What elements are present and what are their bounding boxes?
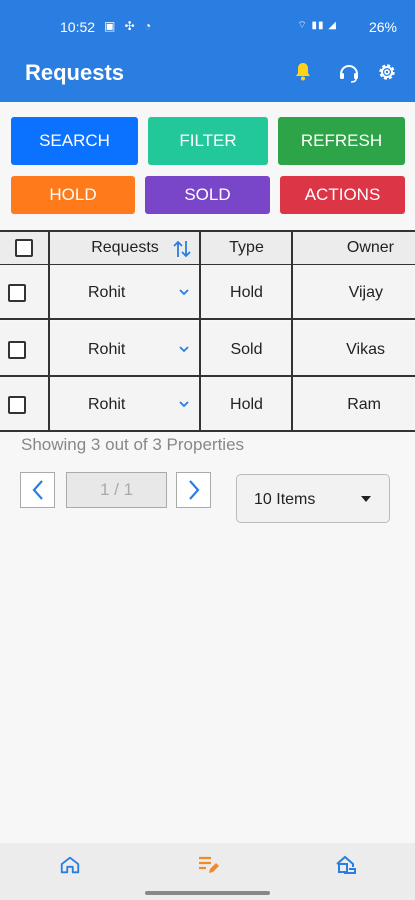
battery-level: 26% — [368, 19, 397, 35]
search-button[interactable]: SEARCH — [11, 117, 138, 165]
prev-page-button[interactable] — [20, 472, 55, 508]
column-divider — [291, 230, 293, 432]
sold-button[interactable]: SOLD — [145, 176, 270, 214]
gear-icon[interactable] — [375, 60, 399, 84]
bell-icon[interactable] — [291, 60, 315, 84]
results-summary: Showing 3 out of 3 Properties — [21, 435, 245, 454]
status-notification-icons: ▣ ✣ ◔ — [104, 19, 155, 33]
table-row[interactable]: Rohit Hold Vijay — [0, 265, 415, 320]
hold-button[interactable]: HOLD — [11, 176, 135, 214]
page-size-value: 10 Items — [254, 491, 316, 508]
owner-value: Ram — [347, 395, 381, 413]
chevron-down-icon[interactable] — [178, 344, 190, 354]
actions-button[interactable]: ACTIONS — [280, 176, 405, 214]
status-bar: 10:52 ▣ ✣ ◔ ⌔ ▮▮ ◢ 26% — [0, 16, 415, 38]
row-checkbox[interactable] — [7, 395, 26, 414]
select-all-cell — [0, 232, 48, 264]
chevron-down-icon[interactable] — [178, 287, 190, 297]
table-row[interactable]: Rohit Sold Vikas — [0, 322, 415, 377]
chevron-down-icon[interactable] — [178, 399, 190, 409]
owner-value: Vikas — [346, 340, 385, 358]
header-type[interactable]: Type — [202, 232, 291, 264]
type-value: Hold — [230, 395, 263, 413]
row-checkbox[interactable] — [7, 340, 26, 359]
owner-value: Vijay — [348, 283, 383, 301]
row-checkbox-cell — [0, 265, 33, 320]
status-time: 10:52 — [60, 19, 96, 35]
home-icon[interactable] — [59, 854, 81, 876]
page-size-select[interactable]: 10 Items — [236, 474, 390, 523]
type-value: Sold — [230, 340, 263, 358]
table-row[interactable]: Rohit Hold Ram — [0, 377, 415, 432]
sort-icon[interactable] — [172, 238, 192, 260]
refresh-button[interactable]: REFRESH — [278, 117, 405, 165]
row-checkbox-cell — [0, 377, 33, 432]
page-title: Requests — [25, 60, 125, 85]
chevron-right-icon — [188, 480, 199, 500]
properties-icon[interactable] — [333, 853, 357, 877]
app-bar: 10:52 ▣ ✣ ◔ ⌔ ▮▮ ◢ 26% Requests — [0, 0, 415, 102]
column-divider — [199, 230, 201, 432]
filter-button[interactable]: FILTER — [148, 117, 268, 165]
headset-icon[interactable] — [337, 60, 361, 84]
page-indicator: 1 / 1 — [66, 472, 167, 508]
column-divider — [48, 230, 50, 432]
row-checkbox-cell — [0, 322, 33, 377]
chevron-left-icon — [32, 480, 43, 500]
type-value: Hold — [230, 283, 263, 301]
row-checkbox[interactable] — [7, 283, 26, 302]
header-owner[interactable]: Owner — [293, 232, 415, 264]
network-icons: ⌔ ▮▮ ◢ — [297, 20, 337, 31]
select-all-checkbox[interactable] — [15, 239, 33, 257]
bottom-nav — [0, 843, 415, 900]
requests-icon[interactable] — [196, 853, 220, 877]
caret-down-icon — [361, 496, 371, 502]
next-page-button[interactable] — [176, 472, 211, 508]
table-header: Requests Type Owner — [0, 230, 415, 266]
gesture-bar — [145, 891, 270, 895]
